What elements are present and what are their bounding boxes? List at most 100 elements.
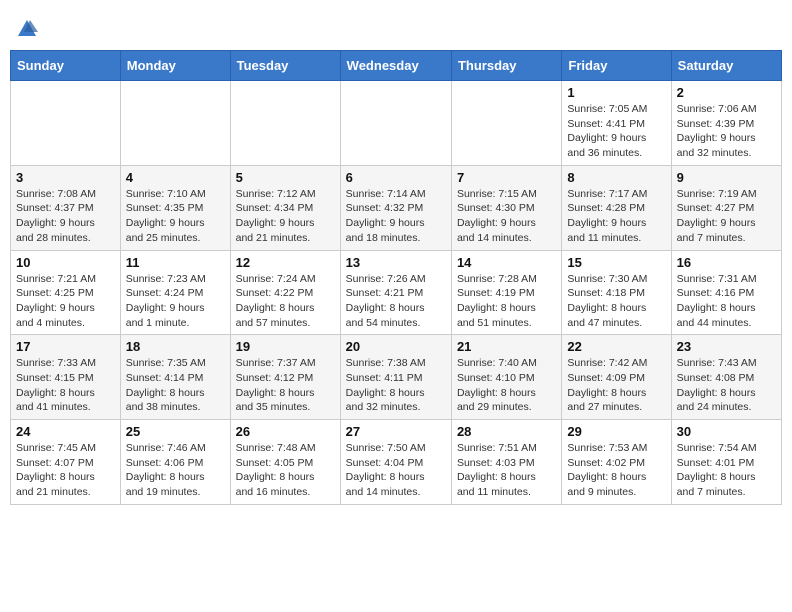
day-info: Sunrise: 7:42 AM Sunset: 4:09 PM Dayligh… [567,356,665,415]
calendar: SundayMondayTuesdayWednesdayThursdayFrid… [10,50,782,505]
calendar-cell: 14 Sunrise: 7:28 AM Sunset: 4:19 PM Dayli… [451,250,561,335]
day-number: 7 [457,170,556,185]
day-number: 1 [567,85,665,100]
day-info: Sunrise: 7:21 AM Sunset: 4:25 PM Dayligh… [16,272,115,331]
day-header-saturday: Saturday [671,51,781,81]
day-info: Sunrise: 7:40 AM Sunset: 4:10 PM Dayligh… [457,356,556,415]
calendar-cell: 20 Sunrise: 7:38 AM Sunset: 4:11 PM Dayli… [340,335,451,420]
calendar-header-row: SundayMondayTuesdayWednesdayThursdayFrid… [11,51,782,81]
calendar-cell: 7 Sunrise: 7:15 AM Sunset: 4:30 PM Daylig… [451,165,561,250]
day-number: 24 [16,424,115,439]
calendar-cell: 18Sunrise: 7:35 AM Sunset: 4:14 PM Dayli… [120,335,230,420]
calendar-cell: 1 Sunrise: 7:05 AM Sunset: 4:41 PM Daylig… [562,81,671,166]
calendar-cell: 13 Sunrise: 7:26 AM Sunset: 4:21 PM Dayli… [340,250,451,335]
calendar-week-5: 24 Sunrise: 7:45 AM Sunset: 4:07 PM Dayli… [11,420,782,505]
day-info: Sunrise: 7:48 AM Sunset: 4:05 PM Dayligh… [236,441,335,500]
day-number: 4 [126,170,225,185]
calendar-cell: 9 Sunrise: 7:19 AM Sunset: 4:27 PM Daylig… [671,165,781,250]
calendar-cell [120,81,230,166]
day-number: 9 [677,170,776,185]
calendar-week-2: 3Sunrise: 7:08 AM Sunset: 4:37 PM Daylig… [11,165,782,250]
calendar-cell: 24 Sunrise: 7:45 AM Sunset: 4:07 PM Dayli… [11,420,121,505]
calendar-cell [230,81,340,166]
calendar-cell [451,81,561,166]
day-header-tuesday: Tuesday [230,51,340,81]
day-info: Sunrise: 7:30 AM Sunset: 4:18 PM Dayligh… [567,272,665,331]
calendar-cell: 17 Sunrise: 7:33 AM Sunset: 4:15 PM Dayli… [11,335,121,420]
day-number: 20 [346,339,446,354]
day-number: 8 [567,170,665,185]
calendar-cell: 28 Sunrise: 7:51 AM Sunset: 4:03 PM Dayli… [451,420,561,505]
day-number: 11 [126,255,225,270]
page-header [10,10,782,42]
day-info: Sunrise: 7:24 AM Sunset: 4:22 PM Dayligh… [236,272,335,331]
calendar-cell: 5Sunrise: 7:12 AM Sunset: 4:34 PM Daylig… [230,165,340,250]
day-info: Sunrise: 7:45 AM Sunset: 4:07 PM Dayligh… [16,441,115,500]
day-info: Sunrise: 7:28 AM Sunset: 4:19 PM Dayligh… [457,272,556,331]
calendar-cell [340,81,451,166]
day-number: 10 [16,255,115,270]
day-info: Sunrise: 7:37 AM Sunset: 4:12 PM Dayligh… [236,356,335,415]
day-header-monday: Monday [120,51,230,81]
day-number: 22 [567,339,665,354]
day-info: Sunrise: 7:53 AM Sunset: 4:02 PM Dayligh… [567,441,665,500]
day-number: 3 [16,170,115,185]
day-info: Sunrise: 7:23 AM Sunset: 4:24 PM Dayligh… [126,272,225,331]
day-number: 19 [236,339,335,354]
calendar-cell: 15Sunrise: 7:30 AM Sunset: 4:18 PM Dayli… [562,250,671,335]
day-info: Sunrise: 7:33 AM Sunset: 4:15 PM Dayligh… [16,356,115,415]
calendar-cell: 19 Sunrise: 7:37 AM Sunset: 4:12 PM Dayli… [230,335,340,420]
day-info: Sunrise: 7:35 AM Sunset: 4:14 PM Dayligh… [126,356,225,415]
day-number: 6 [346,170,446,185]
calendar-week-3: 10 Sunrise: 7:21 AM Sunset: 4:25 PM Dayli… [11,250,782,335]
calendar-cell: 3Sunrise: 7:08 AM Sunset: 4:37 PM Daylig… [11,165,121,250]
day-number: 21 [457,339,556,354]
day-info: Sunrise: 7:51 AM Sunset: 4:03 PM Dayligh… [457,441,556,500]
logo-icon [16,18,38,40]
calendar-cell: 22 Sunrise: 7:42 AM Sunset: 4:09 PM Dayli… [562,335,671,420]
calendar-cell: 6 Sunrise: 7:14 AM Sunset: 4:32 PM Daylig… [340,165,451,250]
calendar-cell [11,81,121,166]
day-info: Sunrise: 7:17 AM Sunset: 4:28 PM Dayligh… [567,187,665,246]
calendar-cell: 25 Sunrise: 7:46 AM Sunset: 4:06 PM Dayli… [120,420,230,505]
calendar-cell: 29Sunrise: 7:53 AM Sunset: 4:02 PM Dayli… [562,420,671,505]
day-info: Sunrise: 7:46 AM Sunset: 4:06 PM Dayligh… [126,441,225,500]
day-number: 12 [236,255,335,270]
day-info: Sunrise: 7:14 AM Sunset: 4:32 PM Dayligh… [346,187,446,246]
day-info: Sunrise: 7:05 AM Sunset: 4:41 PM Dayligh… [567,102,665,161]
calendar-cell: 26 Sunrise: 7:48 AM Sunset: 4:05 PM Dayli… [230,420,340,505]
day-number: 27 [346,424,446,439]
day-number: 30 [677,424,776,439]
day-number: 2 [677,85,776,100]
day-info: Sunrise: 7:31 AM Sunset: 4:16 PM Dayligh… [677,272,776,331]
calendar-cell: 12 Sunrise: 7:24 AM Sunset: 4:22 PM Dayli… [230,250,340,335]
calendar-cell: 16 Sunrise: 7:31 AM Sunset: 4:16 PM Dayli… [671,250,781,335]
calendar-week-4: 17 Sunrise: 7:33 AM Sunset: 4:15 PM Dayli… [11,335,782,420]
day-number: 23 [677,339,776,354]
calendar-cell: 10 Sunrise: 7:21 AM Sunset: 4:25 PM Dayli… [11,250,121,335]
calendar-cell: 27 Sunrise: 7:50 AM Sunset: 4:04 PM Dayli… [340,420,451,505]
day-number: 28 [457,424,556,439]
day-info: Sunrise: 7:43 AM Sunset: 4:08 PM Dayligh… [677,356,776,415]
day-header-friday: Friday [562,51,671,81]
day-info: Sunrise: 7:19 AM Sunset: 4:27 PM Dayligh… [677,187,776,246]
day-info: Sunrise: 7:06 AM Sunset: 4:39 PM Dayligh… [677,102,776,161]
calendar-cell: 4Sunrise: 7:10 AM Sunset: 4:35 PM Daylig… [120,165,230,250]
day-info: Sunrise: 7:38 AM Sunset: 4:11 PM Dayligh… [346,356,446,415]
day-info: Sunrise: 7:15 AM Sunset: 4:30 PM Dayligh… [457,187,556,246]
day-info: Sunrise: 7:26 AM Sunset: 4:21 PM Dayligh… [346,272,446,331]
day-number: 26 [236,424,335,439]
calendar-cell: 30 Sunrise: 7:54 AM Sunset: 4:01 PM Dayli… [671,420,781,505]
day-number: 25 [126,424,225,439]
day-number: 14 [457,255,556,270]
calendar-cell: 21 Sunrise: 7:40 AM Sunset: 4:10 PM Dayli… [451,335,561,420]
logo [14,18,38,34]
day-number: 5 [236,170,335,185]
day-number: 17 [16,339,115,354]
day-number: 13 [346,255,446,270]
calendar-cell: 11 Sunrise: 7:23 AM Sunset: 4:24 PM Dayli… [120,250,230,335]
calendar-cell: 2 Sunrise: 7:06 AM Sunset: 4:39 PM Daylig… [671,81,781,166]
day-info: Sunrise: 7:54 AM Sunset: 4:01 PM Dayligh… [677,441,776,500]
day-info: Sunrise: 7:50 AM Sunset: 4:04 PM Dayligh… [346,441,446,500]
day-number: 16 [677,255,776,270]
